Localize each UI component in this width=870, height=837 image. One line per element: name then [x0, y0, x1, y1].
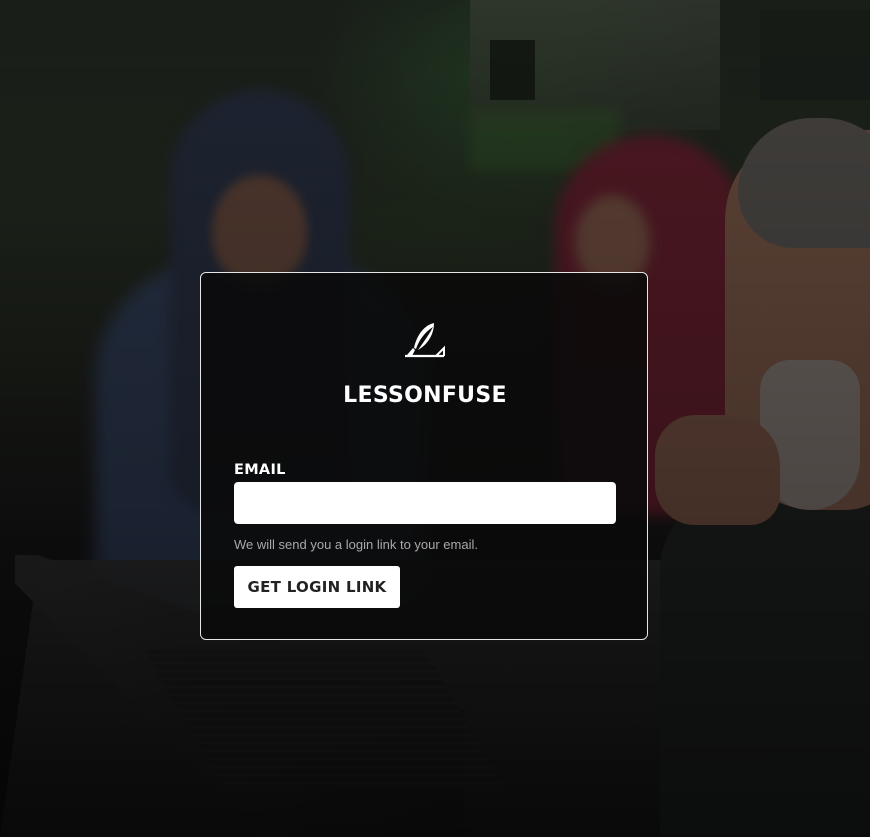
email-help-text: We will send you a login link to your em…	[234, 537, 478, 552]
brand-title: LESSONFUSE	[343, 383, 507, 408]
email-field[interactable]	[234, 482, 616, 524]
email-label: EMAIL	[234, 462, 286, 478]
get-login-link-button[interactable]: GET LOGIN LINK	[234, 566, 400, 608]
login-card: LESSONFUSE EMAIL We will send you a logi…	[200, 272, 648, 640]
quill-pen-icon	[403, 320, 447, 364]
